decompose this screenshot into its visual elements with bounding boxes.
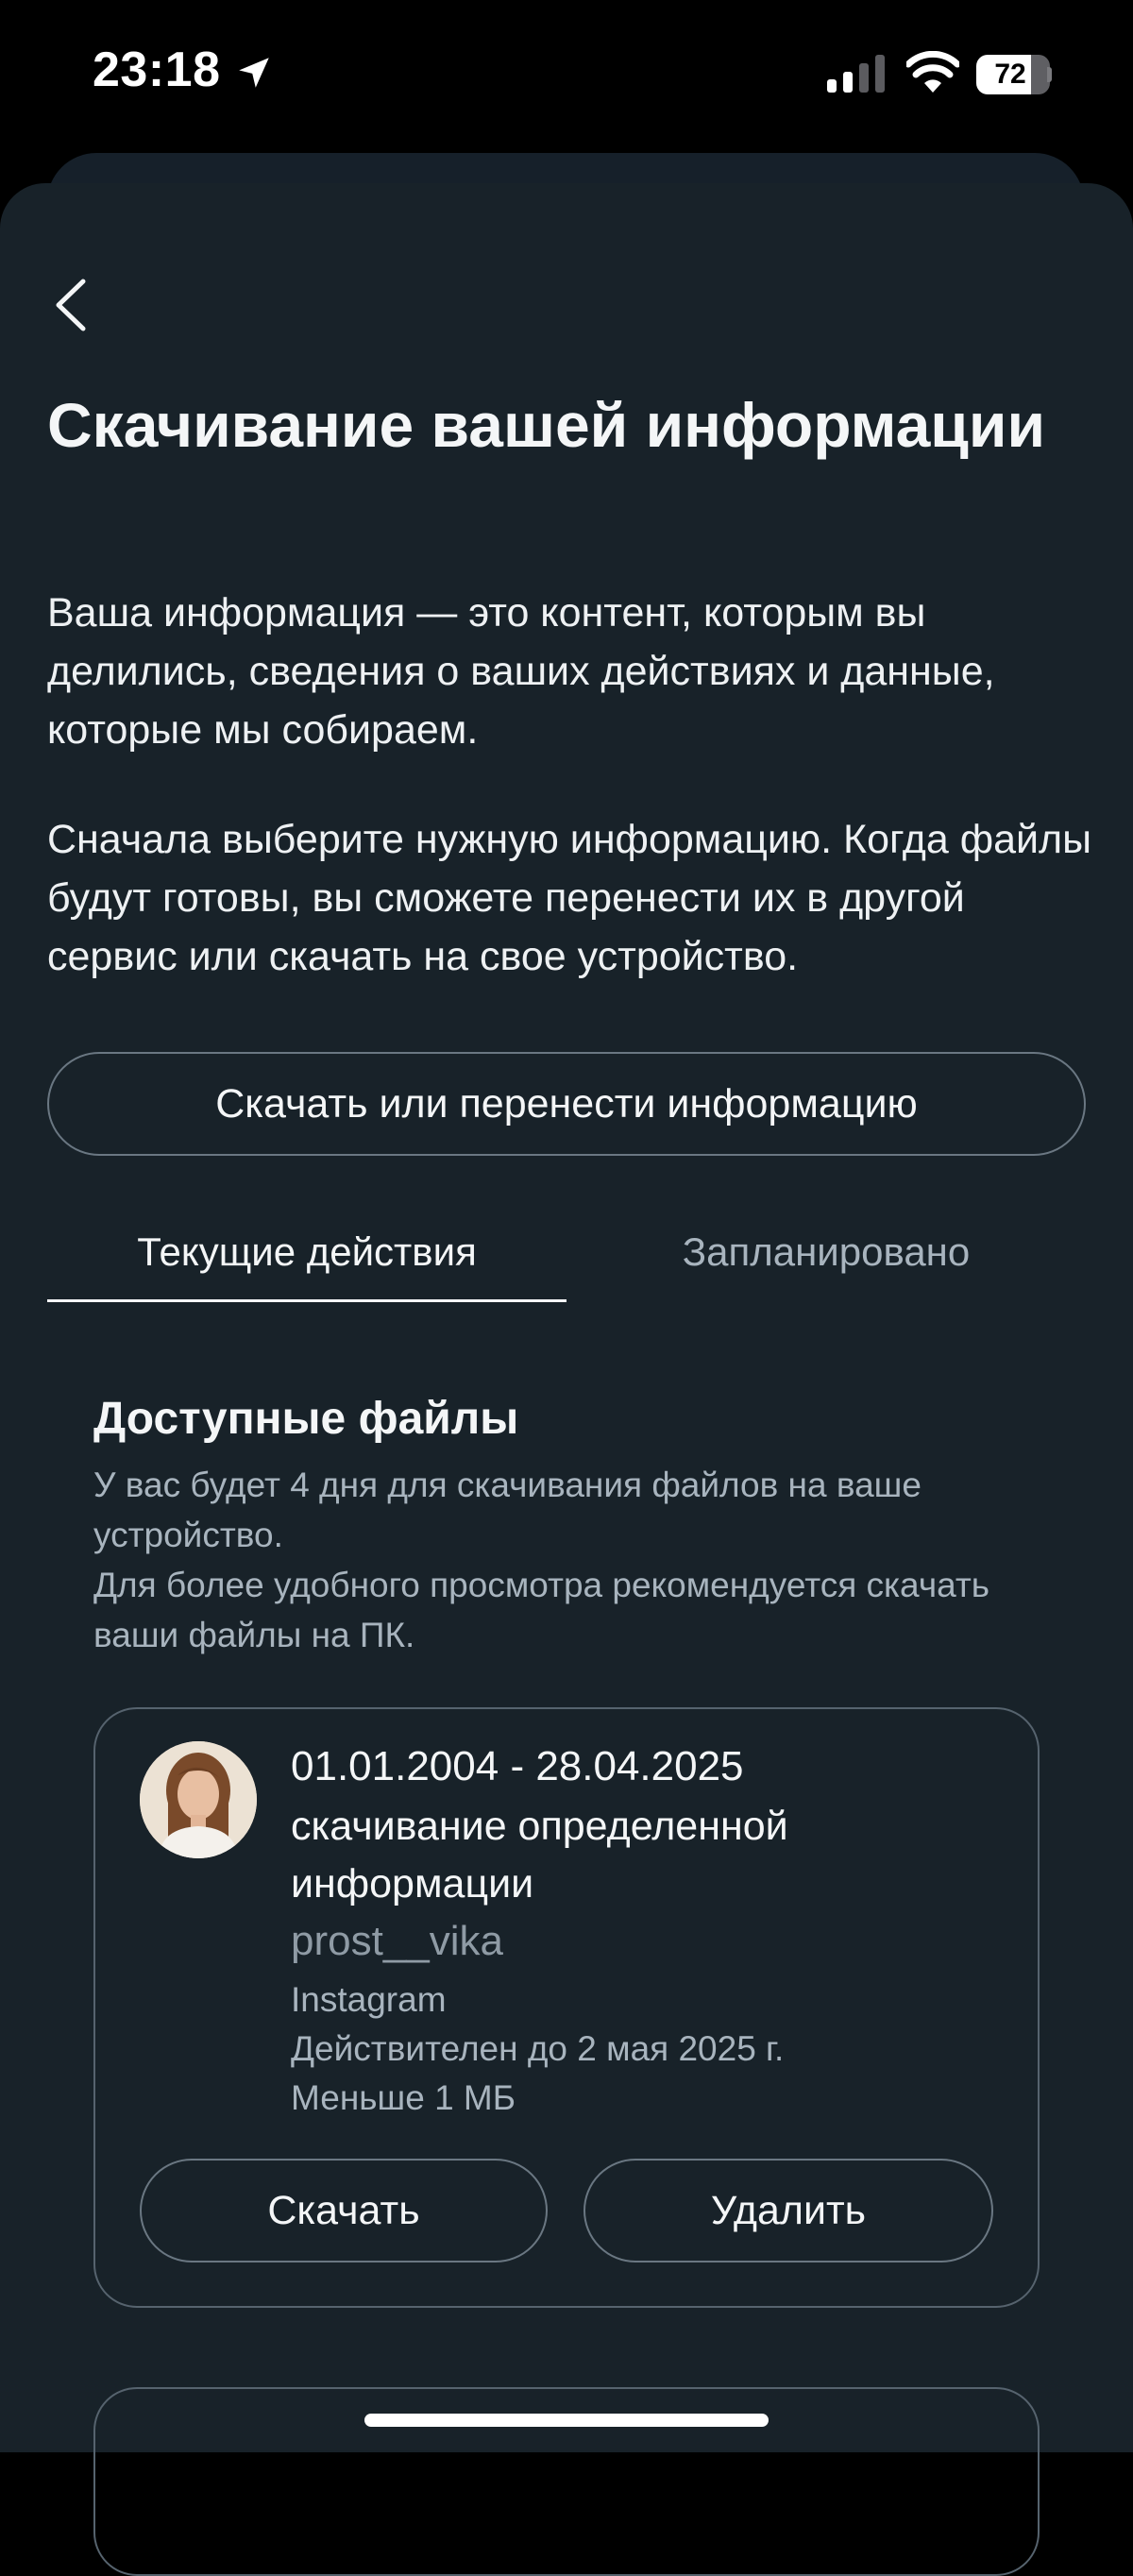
page-title: Скачивание вашей информации [47,390,1046,460]
file-type: скачивание определенной информации [291,1804,788,1907]
active-tab-indicator [47,1299,566,1302]
status-bar: 23:18 72 [0,0,1133,151]
file-size: Меньше 1 МБ [291,2078,516,2117]
file-date-range: 01.01.2004 - 28.04.2025 [291,1743,744,1789]
wifi-icon [906,51,959,93]
status-time: 23:18 [93,42,221,97]
location-arrow-icon [239,58,269,88]
home-indicator[interactable] [364,2414,769,2427]
download-button[interactable]: Скачать [140,2159,548,2262]
cellular-signal-icon [827,55,885,93]
chevron-left-icon[interactable] [47,276,94,334]
avatar [140,1741,257,1858]
download-or-transfer-button[interactable]: Скачать или перенести информацию [47,1052,1086,1156]
available-files-title: Доступные файлы [93,1394,519,1444]
battery-cap [1047,67,1052,82]
page-description: Ваша информация — это контент, которым в… [47,590,995,753]
battery-icon: 72 [976,55,1052,94]
page-instructions: Сначала выберите нужную информацию. Когд… [47,817,1092,979]
file-app: Instagram [291,1980,447,2019]
file-username: prost__vika [291,1918,504,1964]
available-files-note: У вас будет 4 дня для скачивания файлов … [93,1466,990,1654]
tab-scheduled[interactable]: Запланировано [566,1218,1086,1286]
battery-percentage: 72 [994,59,1026,90]
file-valid-until: Действителен до 2 мая 2025 г. [291,2029,785,2068]
delete-button[interactable]: Удалить [583,2159,993,2262]
tab-current-activity[interactable]: Текущие действия [47,1218,566,1286]
